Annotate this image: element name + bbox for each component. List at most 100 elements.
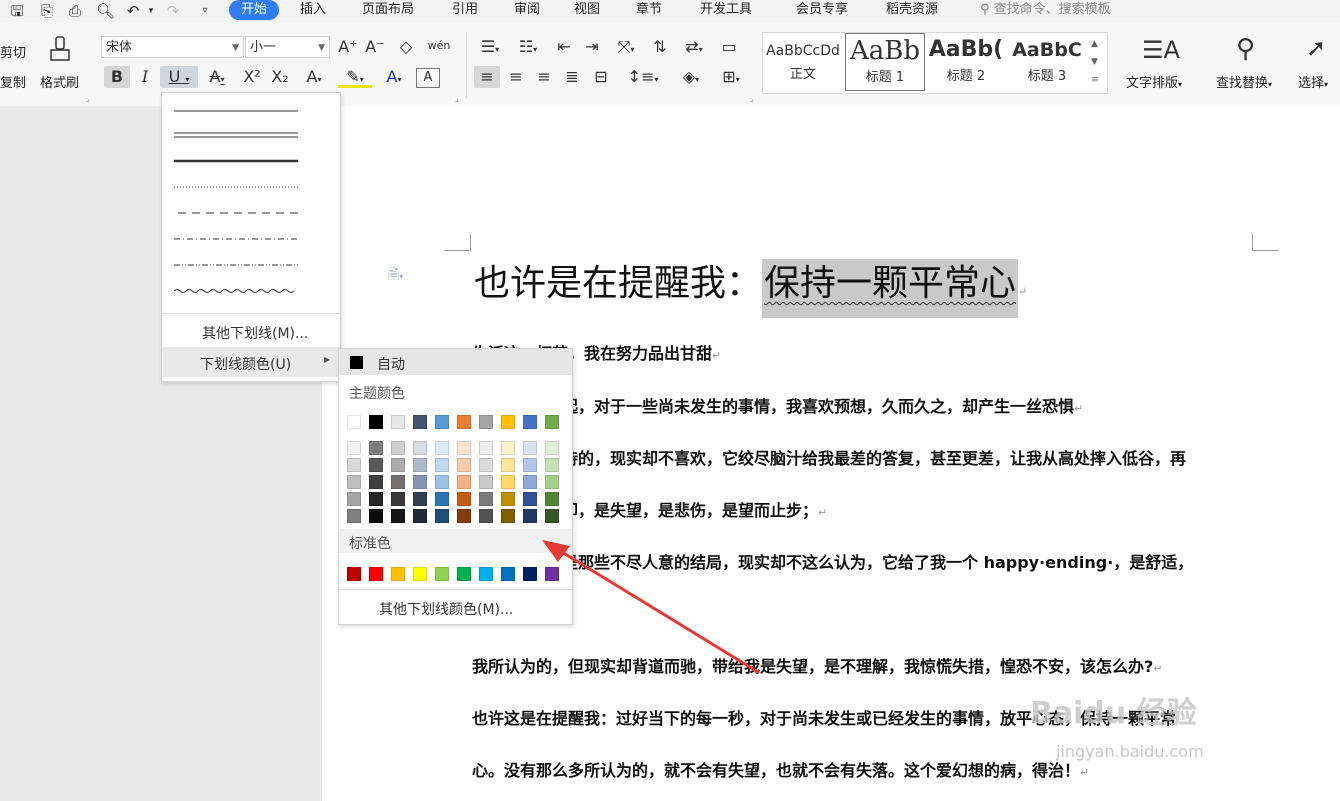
bullets-button[interactable]: ☰▾ [474, 36, 506, 58]
underline-thick[interactable] [174, 153, 298, 169]
grow-font-button[interactable]: A⁺ [337, 36, 359, 58]
shrink-font-button[interactable]: A⁻ [364, 36, 386, 58]
theme-shade-swatch[interactable] [435, 509, 449, 523]
standard-color-swatch[interactable] [479, 567, 493, 581]
tab-chapter[interactable]: 章节 [636, 0, 662, 20]
theme-shade-swatch[interactable] [545, 492, 559, 506]
theme-color-swatch[interactable] [391, 415, 405, 429]
underline-button[interactable]: U ▾ [160, 66, 198, 88]
style-heading-2[interactable]: AaBb( 标题 2 [927, 33, 1005, 91]
theme-shade-swatch[interactable] [457, 475, 471, 489]
theme-shade-swatch[interactable] [501, 458, 515, 472]
theme-shade-swatch[interactable] [545, 458, 559, 472]
select-button[interactable]: 选择▾ [1298, 72, 1328, 91]
theme-shade-swatch[interactable] [347, 458, 361, 472]
numbering-button[interactable]: ☷▾ [512, 36, 544, 58]
tab-insert[interactable]: 插入 [300, 0, 326, 20]
chinese-layout-button[interactable]: ⤧▾ [610, 36, 642, 58]
theme-shade-swatch[interactable] [479, 509, 493, 523]
format-painter-icon[interactable] [48, 36, 74, 64]
theme-shade-swatch[interactable] [523, 458, 537, 472]
find-replace-icon[interactable]: ⚲ [1236, 34, 1255, 64]
theme-shade-swatch[interactable] [501, 475, 515, 489]
text-layout-button[interactable]: 文字排版▾ [1126, 72, 1182, 91]
align-left-button[interactable]: ≡ [474, 66, 500, 88]
tab-daoke-resources[interactable]: 稻壳资源 [886, 0, 938, 20]
theme-color-swatch[interactable] [457, 415, 471, 429]
command-search[interactable]: ⚲ 查找命令、搜索模板 [980, 0, 1111, 20]
print-icon[interactable]: ⎙ [66, 2, 84, 20]
tab-developer[interactable]: 开发工具 [700, 0, 752, 20]
theme-color-swatch[interactable] [479, 415, 493, 429]
increase-indent-button[interactable]: ⇥ [580, 36, 604, 58]
italic-button[interactable]: I [136, 66, 154, 88]
theme-shade-swatch[interactable] [413, 458, 427, 472]
shading-button[interactable]: ◈▾ [674, 66, 708, 88]
theme-shade-swatch[interactable] [523, 475, 537, 489]
decrease-indent-button[interactable]: ⇤ [552, 36, 576, 58]
more-underlines-item[interactable]: 其他下划线(M)... [202, 323, 308, 343]
tab-review[interactable]: 审阅 [514, 0, 540, 20]
theme-shade-swatch[interactable] [369, 509, 383, 523]
superscript-button[interactable]: X² [240, 66, 264, 88]
document-title[interactable]: 也许是在提醒我：保持一颗平常心 ↵ [474, 254, 1027, 318]
theme-shade-swatch[interactable] [391, 458, 405, 472]
font-size-select[interactable]: 小一 ▼ [245, 36, 330, 58]
highlight-color-button[interactable]: ✎▾ [338, 66, 372, 88]
theme-shade-swatch[interactable] [545, 509, 559, 523]
theme-shade-swatch[interactable] [435, 492, 449, 506]
theme-shade-swatch[interactable] [369, 475, 383, 489]
paragraph-handle-icon[interactable]: 🗎▾ [388, 264, 403, 288]
theme-shade-swatch[interactable] [523, 492, 537, 506]
font-dialog-launcher[interactable]: ⌟ [455, 94, 459, 103]
styles-scroll[interactable]: ▲ ▼ ≡ [1091, 35, 1099, 89]
find-replace-button[interactable]: 查找替换▾ [1216, 72, 1272, 91]
theme-shade-swatch[interactable] [501, 441, 515, 455]
undo-icon[interactable]: ↶ [124, 2, 142, 20]
theme-shade-swatch[interactable] [479, 475, 493, 489]
theme-color-swatch[interactable] [501, 415, 515, 429]
line-spacing-button[interactable]: ↕≡▾ [626, 66, 660, 88]
theme-shade-swatch[interactable] [391, 475, 405, 489]
theme-shade-swatch[interactable] [347, 492, 361, 506]
underline-single[interactable] [174, 103, 298, 119]
sort-button[interactable]: ⇅ [648, 36, 672, 58]
theme-shade-swatch[interactable] [435, 458, 449, 472]
redo-icon[interactable]: ↷ [164, 2, 182, 20]
standard-color-swatch[interactable] [457, 567, 471, 581]
cut-button[interactable]: 剪切 [0, 42, 26, 61]
ruler-toggle-button[interactable]: ▭ [716, 36, 742, 58]
distributed-align-button[interactable]: ⊟ [588, 66, 614, 88]
underline-dash-dot-dot[interactable] [174, 257, 298, 273]
theme-shade-swatch[interactable] [369, 441, 383, 455]
theme-shade-swatch[interactable] [413, 475, 427, 489]
underline-color-item[interactable]: 下划线颜色(U) ▶ [162, 347, 340, 377]
theme-shade-swatch[interactable] [347, 475, 361, 489]
standard-color-swatch[interactable] [501, 567, 515, 581]
standard-color-swatch[interactable] [435, 567, 449, 581]
font-color-button[interactable]: A▾ [378, 66, 410, 88]
theme-color-swatch[interactable] [369, 415, 383, 429]
theme-color-swatch[interactable] [413, 415, 427, 429]
theme-shade-swatch[interactable] [413, 492, 427, 506]
tab-view[interactable]: 视图 [574, 0, 600, 20]
bold-button[interactable]: B [104, 66, 130, 88]
theme-color-swatch[interactable] [545, 415, 559, 429]
tab-references[interactable]: 引用 [452, 0, 478, 20]
theme-color-swatch[interactable] [523, 415, 537, 429]
clear-format-icon[interactable]: ◇ [394, 36, 418, 58]
theme-shade-swatch[interactable] [457, 492, 471, 506]
tab-home[interactable]: 开始 [229, 0, 280, 20]
text-direction-button[interactable]: ⇄▾ [678, 36, 710, 58]
theme-shade-swatch[interactable] [457, 458, 471, 472]
theme-shade-swatch[interactable] [479, 492, 493, 506]
paragraph-dialog-launcher[interactable]: ⌟ [750, 94, 754, 103]
standard-color-swatch[interactable] [369, 567, 383, 581]
clipboard-dialog-launcher[interactable]: ⌟ [86, 94, 90, 103]
export-icon[interactable]: ⎘ [38, 2, 56, 20]
tab-page-layout[interactable]: 页面布局 [362, 0, 414, 20]
format-painter-button[interactable]: 格式刷 [40, 72, 79, 91]
font-name-select[interactable]: 宋体 ▼ [101, 36, 244, 58]
standard-color-swatch[interactable] [391, 567, 405, 581]
strikethrough-button[interactable]: A▾ [202, 66, 232, 88]
